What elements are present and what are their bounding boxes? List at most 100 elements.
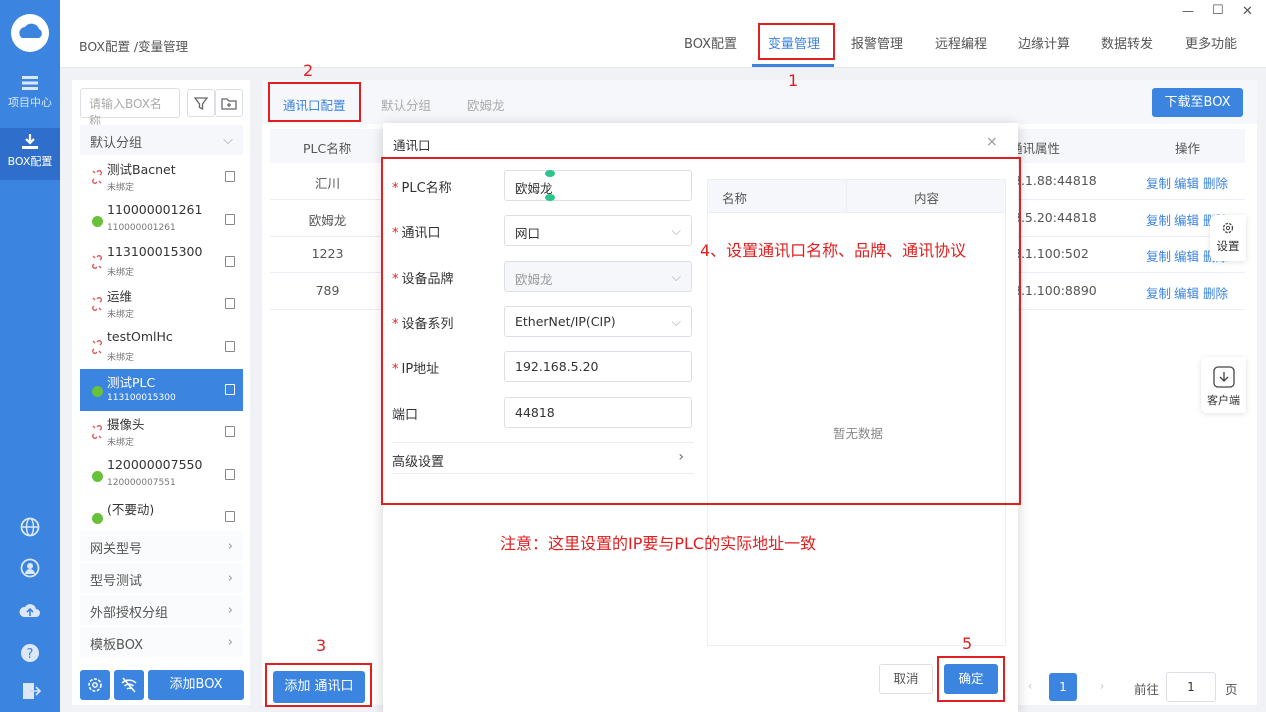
cancel-button[interactable]: 取消 [879, 664, 933, 694]
row-copy-link[interactable]: 复制 [1146, 246, 1171, 265]
tab-box-config[interactable]: BOX配置 [684, 33, 737, 52]
row-edit-link[interactable]: 编辑 [1174, 210, 1199, 229]
nav-box-config[interactable]: BOX配置 [0, 128, 60, 180]
logout-icon[interactable] [21, 681, 41, 701]
filter-icon [193, 97, 209, 111]
box-list-item[interactable]: 113100015300 未绑定 [80, 241, 243, 283]
row-plc-name: 汇川 [314, 176, 340, 191]
copy-icon[interactable] [225, 214, 235, 225]
copy-icon[interactable] [225, 298, 235, 309]
box-list-item[interactable]: 运维 未绑定 [80, 283, 243, 325]
row-plc-name: 欧姆龙 [308, 213, 347, 228]
box-bind-status: 未绑定 [107, 310, 135, 320]
floating-settings-button[interactable]: 设置 [1210, 215, 1246, 261]
annotation-box-add-port [265, 663, 372, 707]
prev-page-button[interactable]: ‹ [1016, 672, 1044, 700]
group-label: 网关型号 [90, 542, 143, 557]
group-gateway-model[interactable]: 网关型号 › [80, 531, 243, 561]
subtab-default-group[interactable]: 默认分组 [381, 95, 431, 114]
chevron-right-icon: › [227, 603, 233, 618]
top-header: BOX配置 /变量管理 [60, 0, 1266, 68]
unlink-icon [92, 425, 102, 439]
copy-icon[interactable] [225, 426, 235, 437]
tab-edge-computing[interactable]: 边缘计算 [1018, 33, 1070, 52]
window-minimize-button[interactable]: — [1182, 4, 1194, 18]
row-edit-link[interactable]: 编辑 [1174, 173, 1199, 192]
chevron-right-icon: › [227, 539, 233, 554]
box-list-item[interactable]: 测试PLC 113100015300 [80, 369, 243, 411]
copy-icon[interactable] [225, 469, 235, 480]
tab-alarm-management[interactable]: 报警管理 [851, 33, 903, 52]
grid-icon [22, 76, 38, 90]
copy-icon[interactable] [225, 384, 235, 395]
row-edit-link[interactable]: 编辑 [1174, 283, 1199, 302]
tab-remote-programming[interactable]: 远程编程 [935, 33, 987, 52]
dialog-close-icon[interactable]: × [986, 134, 998, 150]
group-label: 模板BOX [90, 638, 143, 653]
online-status-icon [92, 513, 103, 524]
row-plc-name: 789 [315, 283, 340, 298]
group-model-test[interactable]: 型号测试 › [80, 563, 243, 593]
floating-client-button[interactable]: 客户端 [1201, 357, 1246, 413]
window-maximize-button[interactable]: ☐ [1212, 3, 1224, 18]
copy-icon[interactable] [225, 341, 235, 352]
copy-icon[interactable] [225, 171, 235, 182]
add-folder-button[interactable] [215, 89, 243, 117]
row-copy-link[interactable]: 复制 [1146, 210, 1171, 229]
copy-icon[interactable] [225, 256, 235, 267]
box-bind-status: 未绑定 [107, 183, 135, 193]
box-name: 120000007550 [107, 457, 203, 472]
svg-text:?: ? [27, 647, 34, 662]
subtab-omron[interactable]: 欧姆龙 [467, 95, 505, 114]
box-list-item[interactable]: 摄像头 未绑定 [80, 411, 243, 453]
chevron-right-icon: › [227, 635, 233, 650]
annotation-box-tab [758, 23, 835, 60]
page-number-button[interactable]: 1 [1049, 673, 1077, 701]
window-close-button[interactable]: ✕ [1242, 4, 1253, 19]
tab-data-forwarding[interactable]: 数据转发 [1101, 33, 1153, 52]
dialog-title: 通讯口 [393, 138, 431, 153]
next-page-button[interactable]: › [1088, 672, 1116, 700]
active-tab-underline [752, 64, 834, 67]
row-delete-link[interactable]: 删除 [1203, 173, 1228, 192]
box-list-item[interactable]: 120000007550 120000007551 [80, 454, 243, 496]
box-settings-button[interactable] [80, 670, 110, 700]
download-to-box-button[interactable]: 下载至BOX [1152, 88, 1243, 117]
chevron-down-icon: ⌵ [223, 133, 233, 148]
unlink-icon [92, 255, 102, 269]
group-template-box[interactable]: 模板BOX › [80, 627, 243, 657]
goto-label: 前往 [1134, 682, 1160, 697]
online-status-icon [92, 471, 103, 482]
annotation-box-subtab [268, 82, 361, 122]
row-delete-link[interactable]: 删除 [1203, 283, 1228, 302]
chevron-right-icon: › [227, 571, 233, 586]
nav-project-center[interactable]: 项目中心 [0, 72, 60, 110]
cloud-upload-icon[interactable] [19, 601, 41, 619]
tab-more-functions[interactable]: 更多功能 [1185, 33, 1237, 52]
wifi-off-button[interactable] [114, 670, 144, 700]
box-name: testOmlHc [107, 329, 173, 344]
box-list-item[interactable]: 测试Bacnet 未绑定 [80, 156, 243, 198]
box-list-item[interactable]: testOmlHc 未绑定 [80, 326, 243, 368]
row-copy-link[interactable]: 复制 [1146, 173, 1171, 192]
filter-button[interactable] [187, 89, 215, 117]
add-box-button[interactable]: 添加BOX [148, 670, 244, 700]
group-label: 外部授权分组 [90, 606, 169, 621]
copy-icon[interactable] [225, 511, 235, 522]
row-edit-link[interactable]: 编辑 [1174, 246, 1199, 265]
group-external-auth[interactable]: 外部授权分组 › [80, 595, 243, 625]
box-name: (不要动) [107, 502, 155, 517]
box-list-item[interactable]: 110000001261 110000001261 [80, 199, 243, 241]
nav-project-center-label: 项目中心 [8, 96, 52, 109]
globe-icon[interactable] [20, 517, 40, 537]
unlink-icon [92, 297, 102, 311]
box-name: 113100015300 [107, 244, 203, 259]
help-icon[interactable]: ? [20, 643, 40, 663]
row-copy-link[interactable]: 复制 [1146, 283, 1171, 302]
left-nav-sidebar: 项目中心 BOX配置 ? [0, 0, 60, 712]
goto-page-input[interactable]: 1 [1166, 672, 1216, 702]
box-search-input[interactable]: 请输入BOX名称 [80, 88, 180, 128]
default-group-header[interactable]: 默认分组 ⌵ [80, 125, 243, 155]
user-icon[interactable] [20, 558, 40, 578]
floating-settings-label: 设置 [1216, 239, 1240, 253]
